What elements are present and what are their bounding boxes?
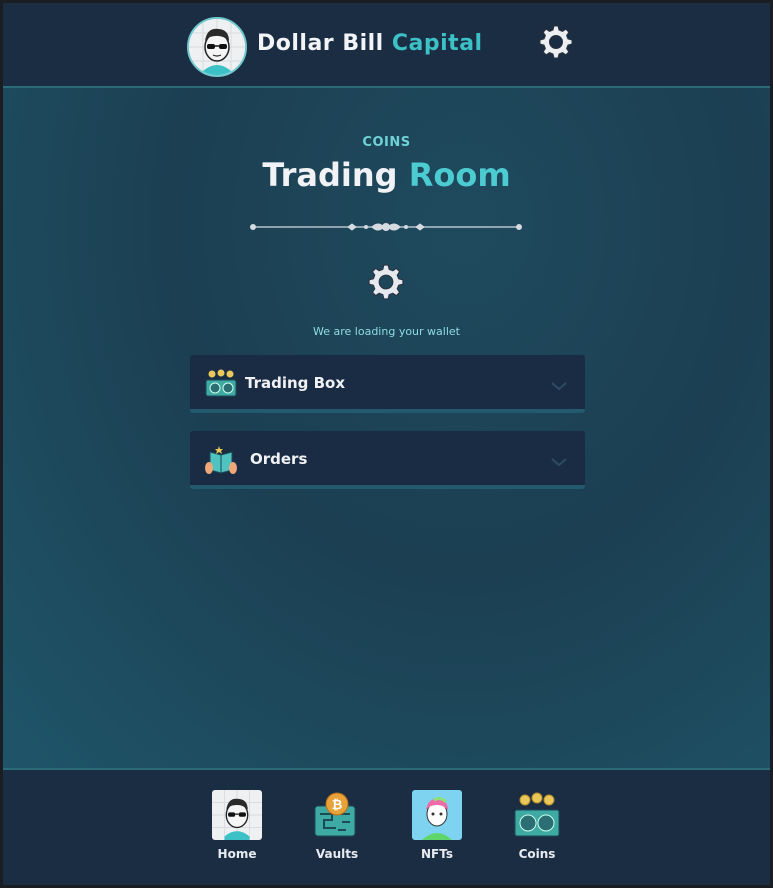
accordion-label: Orders <box>250 450 308 468</box>
bitcoin-vault-icon: ₿ <box>312 790 362 840</box>
mining-rig-coins-icon <box>512 790 562 840</box>
nav-item-nfts[interactable]: NFTs <box>397 790 477 861</box>
title-accent: Room <box>408 156 511 194</box>
accordion-label: Trading Box <box>245 374 346 392</box>
title-primary: Trading <box>262 156 398 194</box>
gear-icon <box>367 263 405 301</box>
nav-item-vaults[interactable]: ₿ Vaults <box>297 790 377 861</box>
chevron-down-icon[interactable] <box>550 453 568 467</box>
brand-primary: Dollar Bill <box>257 31 384 56</box>
nav-label: Home <box>217 847 257 861</box>
avatar-sunglasses-icon <box>212 790 262 840</box>
main-content: COINS Trading Room We are loading your w… <box>3 88 770 768</box>
section-kicker: COINS <box>362 135 411 150</box>
loading-status-text: We are loading your wallet <box>313 325 460 338</box>
ornamental-divider-icon <box>248 217 524 237</box>
nav-label: Vaults <box>315 847 359 861</box>
page-title: Trading Room <box>3 156 770 194</box>
bottom-nav: Home ₿ Vaults NFTs Coins <box>3 768 770 885</box>
ledger-book-hands-icon <box>204 444 238 476</box>
nav-item-coins[interactable]: Coins <box>497 790 577 861</box>
avatar-sunglasses-icon[interactable] <box>187 17 247 77</box>
svg-text:₿: ₿ <box>332 798 343 813</box>
gear-icon[interactable] <box>538 24 574 60</box>
nav-label: NFTs <box>421 847 453 861</box>
app-frame: Dollar Bill Capital COINS Trading Room W… <box>3 3 770 885</box>
accordion-orders[interactable]: Orders <box>190 431 585 489</box>
mining-rig-coins-icon <box>204 368 238 400</box>
top-header: Dollar Bill Capital <box>3 3 770 88</box>
nft-character-icon <box>412 790 462 840</box>
brand-title[interactable]: Dollar Bill Capital <box>257 31 483 56</box>
chevron-down-icon[interactable] <box>550 377 568 391</box>
accordion-trading-box[interactable]: Trading Box <box>190 355 585 413</box>
nav-item-home[interactable]: Home <box>197 790 277 861</box>
brand-accent: Capital <box>391 31 483 56</box>
nav-label: Coins <box>518 847 556 861</box>
